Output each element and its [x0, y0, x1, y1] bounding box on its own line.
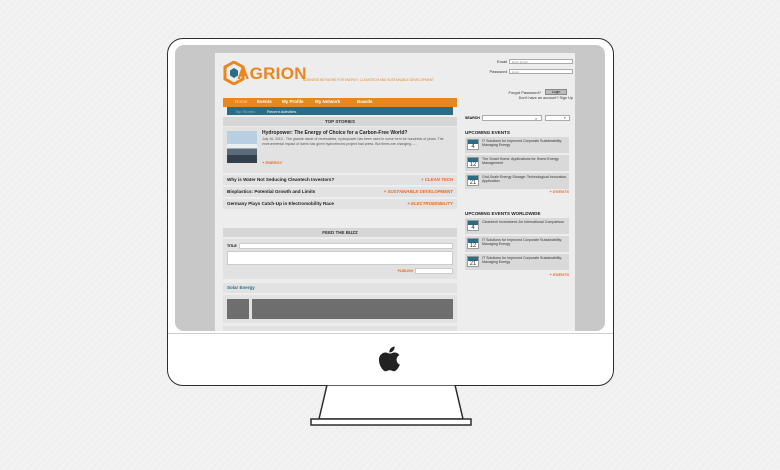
event-title: The Smart Home: Applications for Home En…	[482, 157, 559, 166]
upcoming-events-heading: UPCOMING EVENTS	[465, 130, 510, 135]
more-worldwide-events-link[interactable]: + EVENTS	[550, 272, 569, 277]
nav-item-my-network[interactable]: My Network	[315, 99, 340, 104]
screen: AGRION BUSINESS NETWORK FOR ENERGY, CLEA…	[175, 45, 605, 331]
imac-monitor: AGRION BUSINESS NETWORK FOR ENERGY, CLEA…	[167, 38, 614, 386]
apple-logo-icon	[379, 346, 400, 372]
buzz-title-label: TITLE	[227, 244, 237, 248]
nav-item-my-profile[interactable]: My Profile	[282, 99, 304, 104]
event-title: IT Solutions for Improved Corporate Sust…	[482, 139, 563, 148]
sub-nav: Top Stories Recent Activities	[227, 107, 453, 115]
hydropower-dam-image[interactable]	[227, 131, 257, 163]
next-section-strip	[223, 326, 457, 331]
search-icon[interactable]: ⌕	[535, 116, 537, 121]
headline-category[interactable]: + SUSTAINABLE DEVELOPMENT	[384, 189, 453, 194]
more-events-link[interactable]: + EVENTS	[550, 189, 569, 194]
nav-item-events[interactable]: Events	[257, 99, 272, 104]
headline-title[interactable]: Germany Plays Catch-Up in Electromobilit…	[227, 201, 334, 206]
buzz-title-input[interactable]	[239, 243, 453, 249]
monitor-stand	[310, 385, 472, 426]
calendar-icon: 12	[467, 157, 479, 168]
event-title: Grid-Scale Energy Storage: Technological…	[482, 175, 568, 184]
calendar-icon: 4	[467, 139, 479, 150]
publish-label[interactable]: PUBLISH	[398, 269, 413, 273]
calendar-icon: 4	[467, 220, 479, 231]
event-title: IT Solutions for Improved Corporate Sust…	[482, 238, 563, 247]
search-bar: SEARCH ⌕ ▾	[465, 115, 571, 122]
feature-story-tag[interactable]: + ENERGY	[262, 160, 282, 165]
feed-the-buzz-heading: FEED THE BUZZ	[223, 228, 457, 237]
email-label: Email	[496, 59, 507, 64]
worldwide-events-heading: UPCOMING EVENTS WORLDWIDE	[465, 211, 541, 216]
chevron-down-icon: ▾	[564, 115, 566, 120]
headline-title[interactable]: Bioplastics: Potential Growth and Limits	[227, 189, 315, 194]
headline-category[interactable]: + CLEAN TECH	[421, 177, 453, 182]
media-thumbnail[interactable]	[227, 299, 249, 319]
nav-item-boards[interactable]: Boards	[357, 99, 373, 104]
buzz-form: TITLE PUBLISH	[223, 239, 457, 279]
headline-row: Bioplastics: Potential Growth and Limits…	[223, 187, 457, 197]
tagline: BUSINESS NETWORK FOR ENERGY, CLEANTECH A…	[303, 78, 434, 82]
headline-category[interactable]: + ELECTROMOBILITY	[407, 201, 453, 206]
event-item[interactable]: 21 IT Solutions for Improved Corporate S…	[465, 254, 569, 270]
login-button[interactable]: Login	[545, 89, 567, 95]
event-item[interactable]: 4 Cleantech Investment: An International…	[465, 218, 569, 234]
calendar-icon: 21	[467, 256, 479, 267]
search-label: SEARCH	[465, 116, 480, 120]
buzz-text-input[interactable]	[227, 251, 453, 265]
event-title: Cleantech Investment: An International C…	[482, 220, 565, 224]
feature-story: Hydropower: The Energy of Choice for a C…	[223, 127, 457, 173]
event-item[interactable]: 12 IT Solutions for Improved Corporate S…	[465, 236, 569, 252]
nav-item-home[interactable]: Home	[235, 99, 248, 104]
subnav-top-stories[interactable]: Top Stories	[235, 109, 255, 114]
headline-title[interactable]: Why is Water Not Seducing Cleantech Inve…	[227, 177, 334, 182]
search-input[interactable]	[482, 115, 542, 121]
feature-story-body: July 16, 2010 - The grande dame of renew…	[262, 137, 444, 146]
password-field[interactable]: Enter	[509, 69, 573, 74]
publish-field[interactable]	[415, 268, 453, 274]
event-item[interactable]: 21 Grid-Scale Energy Storage: Technologi…	[465, 173, 569, 189]
calendar-icon: 21	[467, 175, 479, 186]
top-stories-heading: TOP STORIES	[223, 117, 457, 126]
forgot-password-link[interactable]: Forgot Password?	[509, 90, 541, 95]
solar-energy-section[interactable]: Solar Energy	[223, 283, 457, 293]
search-filter-select[interactable]	[545, 115, 570, 121]
headline-row: Why is Water Not Seducing Cleantech Inve…	[223, 175, 457, 185]
event-title: IT Solutions for Improved Corporate Sust…	[482, 256, 563, 265]
password-label: Password	[489, 69, 507, 74]
media-player[interactable]	[252, 299, 453, 319]
media-block	[223, 295, 457, 323]
logo-text: AGRION	[237, 64, 307, 83]
signup-link[interactable]: Don't have an account? Sign Up	[519, 96, 573, 100]
email-field[interactable]: Enter Email	[509, 59, 573, 64]
headline-row: Germany Plays Catch-Up in Electromobilit…	[223, 199, 457, 209]
main-nav: Home Events My Profile My Network Boards	[223, 98, 457, 107]
agrion-page: AGRION BUSINESS NETWORK FOR ENERGY, CLEA…	[215, 53, 575, 331]
event-item[interactable]: 12 The Smart Home: Applications for Home…	[465, 155, 569, 171]
subnav-recent-activities[interactable]: Recent Activities	[267, 109, 296, 114]
event-item[interactable]: 4 IT Solutions for Improved Corporate Su…	[465, 137, 569, 153]
agrion-logo[interactable]: AGRION	[223, 61, 307, 87]
calendar-icon: 12	[467, 238, 479, 249]
feature-story-title[interactable]: Hydropower: The Energy of Choice for a C…	[262, 130, 407, 136]
monitor-chin-divider	[168, 333, 613, 334]
